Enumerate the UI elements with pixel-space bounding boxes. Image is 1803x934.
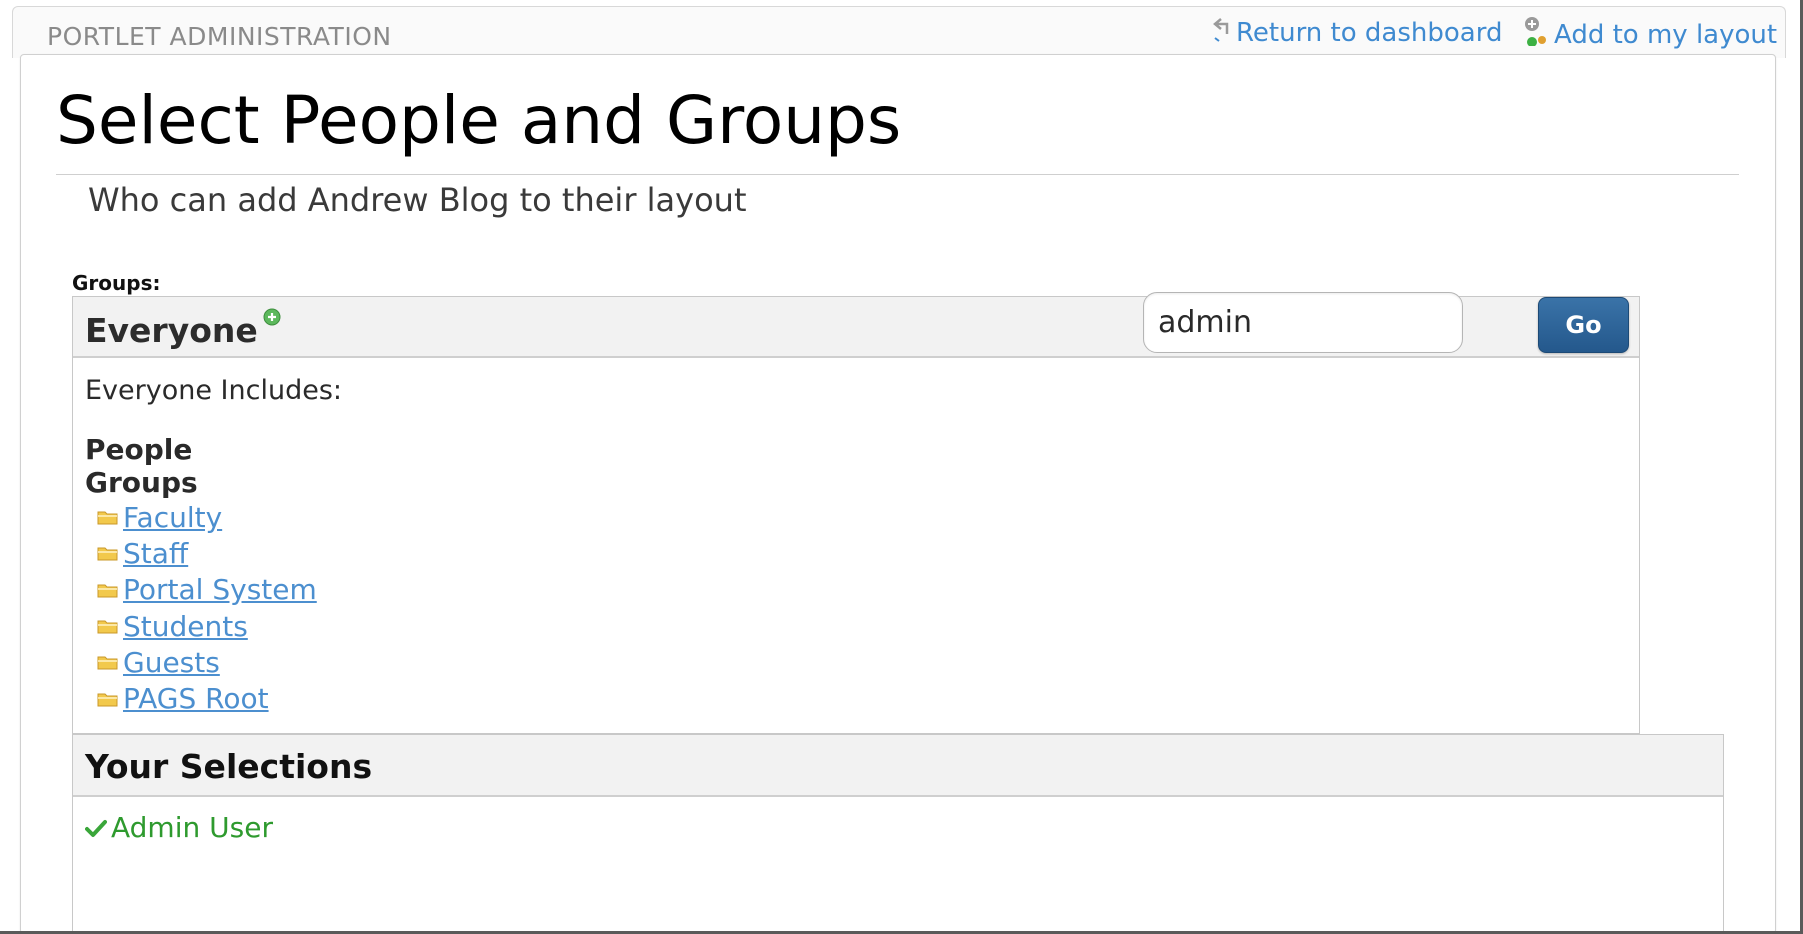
- group-link[interactable]: Portal System: [123, 573, 317, 606]
- checkmark-icon: [85, 819, 107, 837]
- group-link[interactable]: PAGS Root: [123, 682, 269, 715]
- group-browser: Everyone Go Everyone Includes: People Gr…: [72, 292, 1640, 734]
- group-item-students[interactable]: Students: [97, 608, 317, 644]
- add-to-my-layout-label: Add to my layout: [1554, 19, 1778, 50]
- folder-icon: [97, 620, 118, 634]
- selection-item[interactable]: Admin User: [85, 811, 273, 844]
- group-item-faculty[interactable]: Faculty: [97, 499, 317, 535]
- portlet-title: PORTLET ADMINISTRATION: [47, 22, 392, 51]
- page-title: Select People and Groups: [56, 82, 902, 159]
- people-heading: People: [85, 433, 193, 466]
- add-to-my-layout-link[interactable]: Add to my layout: [1524, 16, 1777, 53]
- back-arrow-icon: [1212, 16, 1230, 49]
- group-browser-header: Everyone Go: [73, 292, 1639, 358]
- return-to-dashboard-link[interactable]: Return to dashboard: [1212, 16, 1502, 49]
- group-link[interactable]: Faculty: [123, 501, 222, 534]
- selection-label: Admin User: [111, 811, 273, 844]
- group-item-guests[interactable]: Guests: [97, 644, 317, 680]
- selections-panel: Your Selections Admin User: [72, 734, 1724, 934]
- search-input[interactable]: [1143, 292, 1463, 353]
- return-to-dashboard-label: Return to dashboard: [1236, 17, 1503, 48]
- page-subtitle: Who can add Andrew Blog to their layout: [88, 181, 747, 219]
- group-item-pags-root[interactable]: PAGS Root: [97, 680, 317, 716]
- folder-icon: [97, 656, 118, 670]
- portlet-title-bar: PORTLET ADMINISTRATION: [12, 6, 1786, 58]
- groups-label: Groups:: [72, 271, 161, 295]
- group-item-portal-system[interactable]: Portal System: [97, 572, 317, 608]
- groups-heading: Groups: [85, 466, 198, 499]
- group-link[interactable]: Students: [123, 610, 248, 643]
- group-link[interactable]: Guests: [123, 646, 220, 679]
- group-list: Faculty Staff Portal System Students Gue…: [97, 499, 317, 717]
- includes-label: Everyone Includes:: [85, 375, 343, 406]
- folder-icon: [97, 547, 118, 561]
- current-group-title: Everyone: [85, 311, 258, 350]
- group-link[interactable]: Staff: [123, 537, 188, 570]
- add-group-icon[interactable]: [263, 308, 281, 326]
- add-user-icon: [1524, 16, 1548, 53]
- folder-icon: [97, 584, 118, 598]
- folder-icon: [97, 693, 118, 707]
- selections-header: Your Selections: [73, 735, 1723, 797]
- go-button[interactable]: Go: [1538, 297, 1629, 353]
- title-divider: [56, 174, 1739, 175]
- selections-title: Your Selections: [85, 747, 373, 786]
- group-item-staff[interactable]: Staff: [97, 535, 317, 571]
- folder-icon: [97, 511, 118, 525]
